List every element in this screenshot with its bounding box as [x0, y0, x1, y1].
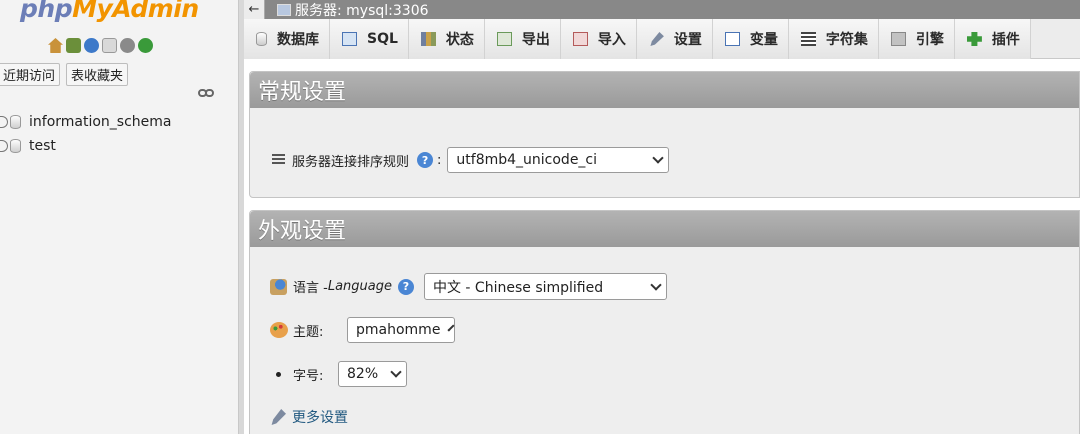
chevron-down-icon	[447, 324, 455, 332]
language-select[interactable]: 中文 - Chinese simplified	[423, 273, 667, 300]
appearance-settings-panel: 外观设置 语言 - Language ? 中文 - Chinese simpli…	[249, 210, 1080, 434]
theme-label: 主题:	[293, 324, 324, 340]
tree-connector-icon	[0, 116, 8, 128]
import-icon	[572, 32, 588, 46]
theme-select[interactable]: pmahomme	[347, 317, 455, 343]
colon: :	[437, 152, 442, 168]
database-icon	[256, 32, 267, 46]
wrench-icon	[271, 409, 286, 425]
general-settings-panel: 常规设置 服务器连接排序规则 ? : utf8mb4_unicode_ci	[249, 71, 1080, 198]
collation-label: 服务器连接排序规则	[292, 154, 410, 170]
help-icon[interactable]: ?	[417, 152, 434, 168]
panel-title: 常规设置	[250, 72, 1079, 108]
tab-variables[interactable]: 变量	[712, 19, 789, 59]
tab-engines[interactable]: 引擎	[878, 19, 955, 59]
main-menu: 数据库 SQL 状态 导出 导入 设置 变量 字符集 引擎 插件	[244, 19, 1080, 59]
link-icon[interactable]	[198, 88, 214, 98]
language-label-en: Language	[327, 279, 392, 294]
collation-select[interactable]: utf8mb4_unicode_ci	[447, 147, 670, 173]
plugin-icon	[966, 32, 982, 46]
favorites-tab[interactable]: 表收藏夹	[66, 63, 129, 86]
navigation-tabs: 近期访问 表收藏夹	[0, 63, 129, 86]
language-icon	[270, 278, 287, 295]
collapse-navigation-button[interactable]: ←	[244, 0, 265, 19]
panel-title: 外观设置	[250, 211, 1079, 247]
help-icon[interactable]	[84, 38, 99, 53]
chevron-down-icon	[650, 278, 662, 291]
exit-icon[interactable]	[66, 38, 81, 53]
help-icon[interactable]: ?	[397, 278, 414, 295]
tab-databases[interactable]: 数据库	[244, 19, 330, 59]
settings-icon[interactable]	[120, 38, 135, 53]
bullet-icon	[276, 371, 281, 377]
tab-status[interactable]: 状态	[408, 19, 485, 59]
font-size-label: 字号:	[293, 368, 324, 384]
tab-import[interactable]: 导入	[560, 19, 637, 59]
tab-sql[interactable]: SQL	[330, 19, 409, 59]
phpmyadmin-logo[interactable]: phpMyAdmin	[20, 0, 199, 23]
tree-item-information-schema[interactable]: information_schema	[0, 110, 172, 134]
collation-icon	[272, 154, 285, 166]
wrench-icon	[650, 32, 664, 46]
charset-icon	[800, 32, 816, 46]
language-label: 语言 -	[293, 281, 328, 296]
recent-tab[interactable]: 近期访问	[0, 63, 61, 86]
more-settings-link[interactable]: 更多设置	[292, 407, 348, 427]
database-name[interactable]: test	[29, 138, 56, 154]
theme-icon	[270, 322, 288, 338]
reload-icon[interactable]	[138, 38, 153, 53]
collation-row: 服务器连接排序规则 ? : utf8mb4_unicode_ci	[272, 147, 670, 173]
navigation-panel: phpMyAdmin 近期访问 表收藏夹 information_schema	[0, 0, 238, 434]
tab-plugins[interactable]: 插件	[954, 19, 1031, 59]
engine-icon	[890, 32, 906, 46]
tab-export[interactable]: 导出	[484, 19, 561, 59]
font-size-row: 字号: 82%	[270, 361, 407, 387]
tab-settings[interactable]: 设置	[636, 19, 713, 59]
server-breadcrumb-bar: ← 服务器: mysql:3306	[244, 0, 1080, 19]
server-icon	[277, 3, 291, 16]
more-settings-row: 更多设置	[270, 407, 348, 427]
home-icon[interactable]	[48, 38, 63, 53]
tree-connector-icon	[0, 140, 8, 152]
documentation-icon[interactable]	[102, 38, 117, 53]
theme-row: 主题: pmahomme	[270, 317, 455, 343]
database-name[interactable]: information_schema	[29, 114, 172, 130]
font-size-select[interactable]: 82%	[338, 361, 407, 387]
export-icon	[496, 32, 512, 46]
variables-icon	[724, 32, 740, 46]
tree-item-test[interactable]: test	[0, 134, 172, 158]
database-icon	[10, 139, 21, 153]
phpmyadmin-window: phpMyAdmin 近期访问 表收藏夹 information_schema	[0, 0, 1080, 434]
navigation-icons	[48, 38, 153, 53]
main-content: 常规设置 服务器连接排序规则 ? : utf8mb4_unicode_ci 外观…	[244, 59, 1080, 434]
tab-charsets[interactable]: 字符集	[788, 19, 879, 59]
server-breadcrumb[interactable]: 服务器: mysql:3306	[295, 0, 429, 20]
database-icon	[10, 115, 21, 129]
database-tree: information_schema test	[0, 110, 172, 158]
status-icon	[420, 32, 436, 46]
sql-icon	[342, 32, 357, 46]
language-row: 语言 - Language ? 中文 - Chinese simplified	[270, 273, 667, 300]
chevron-down-icon	[390, 366, 402, 378]
chevron-down-icon	[652, 152, 665, 164]
